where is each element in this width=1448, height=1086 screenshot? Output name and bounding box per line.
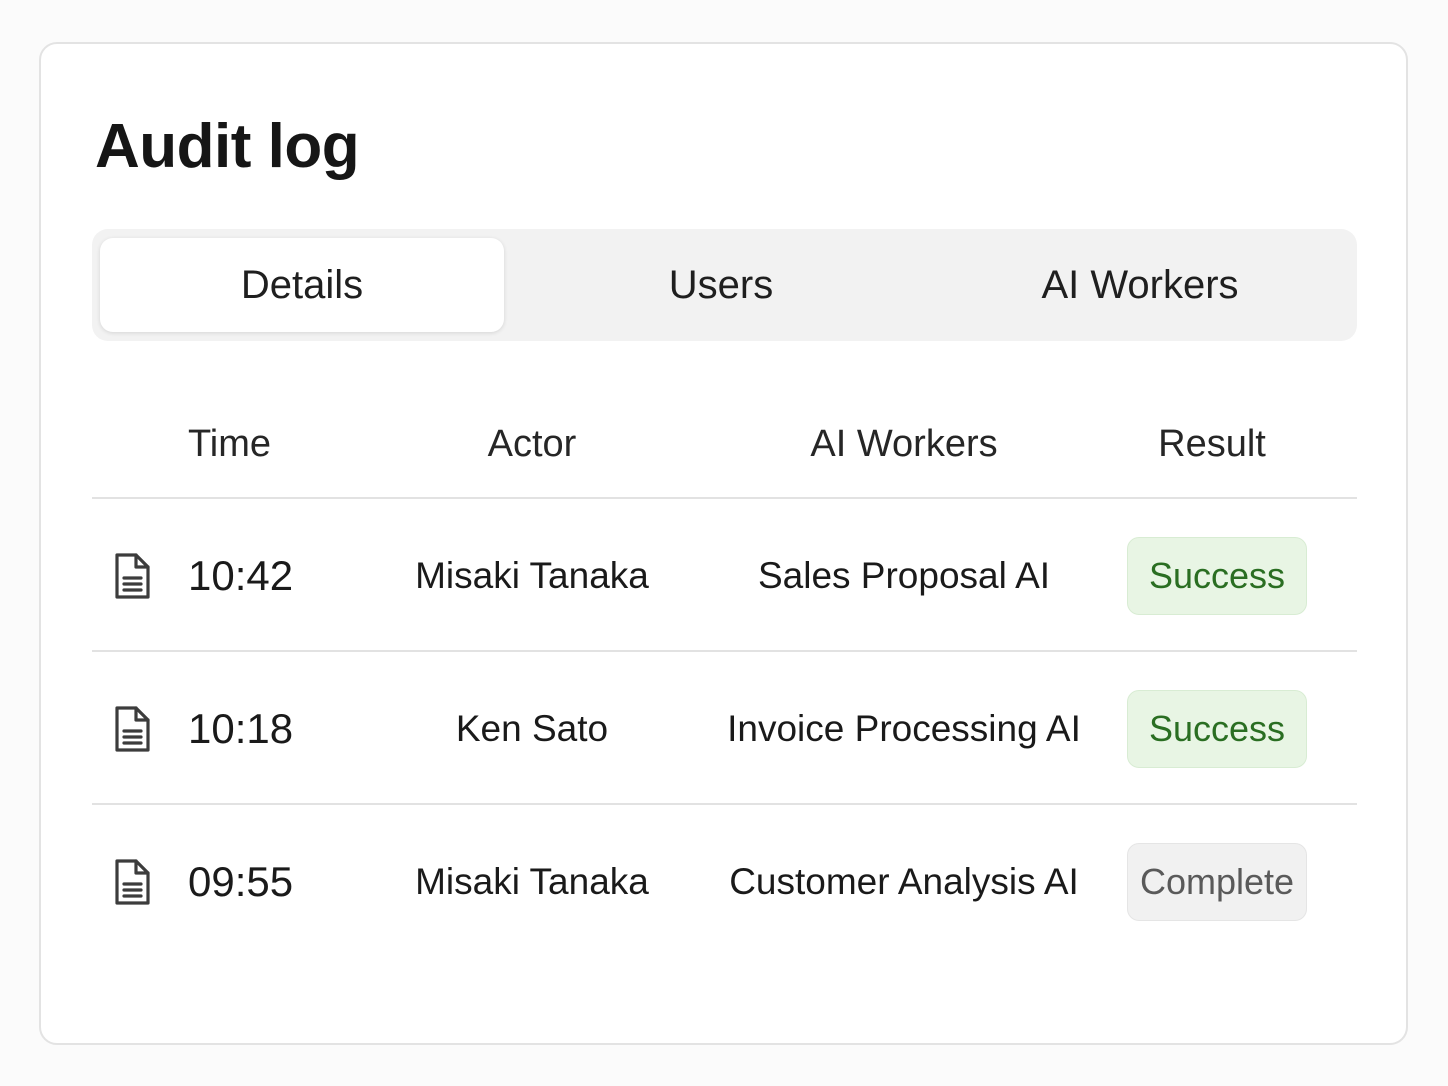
- status-badge: Success: [1127, 536, 1307, 615]
- table-row[interactable]: 10:42 Misaki Tanaka Sales Proposal AI Su…: [92, 499, 1357, 652]
- audit-log-card: Audit log Details Users AI Workers Time …: [39, 42, 1408, 1045]
- tab-details[interactable]: Details: [100, 238, 504, 332]
- document-icon[interactable]: [110, 652, 154, 805]
- row-actor: Misaki Tanaka: [415, 860, 649, 902]
- table-row[interactable]: 10:18 Ken Sato Invoice Processing AI Suc…: [92, 652, 1357, 805]
- column-header-time[interactable]: Time: [162, 404, 297, 484]
- status-badge: Success: [1127, 689, 1307, 768]
- page-title: Audit log: [95, 112, 360, 181]
- table-row[interactable]: 09:55 Misaki Tanaka Customer Analysis AI…: [92, 805, 1357, 958]
- row-ai-worker: Sales Proposal AI: [757, 554, 1051, 596]
- tab-bar: Details Users AI Workers: [92, 229, 1357, 341]
- column-header-ai-workers[interactable]: AI Workers: [724, 404, 1084, 484]
- tab-users[interactable]: Users: [519, 238, 923, 332]
- column-header-actor[interactable]: Actor: [362, 404, 702, 484]
- tab-ai-workers[interactable]: AI Workers: [938, 238, 1342, 332]
- document-icon[interactable]: [110, 499, 154, 652]
- row-time: 09:55: [188, 857, 294, 905]
- row-actor: Misaki Tanaka: [415, 554, 649, 596]
- row-time: 10:18: [188, 704, 294, 752]
- column-header-result[interactable]: Result: [1127, 404, 1297, 484]
- document-icon[interactable]: [110, 805, 154, 958]
- row-ai-worker: Invoice Processing AI: [727, 707, 1081, 749]
- row-actor: Ken Sato: [455, 707, 609, 749]
- row-time: 10:42: [188, 551, 294, 599]
- status-badge: Complete: [1127, 842, 1307, 921]
- table-header: Time Actor AI Workers Result: [92, 404, 1357, 499]
- row-ai-worker: Customer Analysis AI: [729, 860, 1079, 902]
